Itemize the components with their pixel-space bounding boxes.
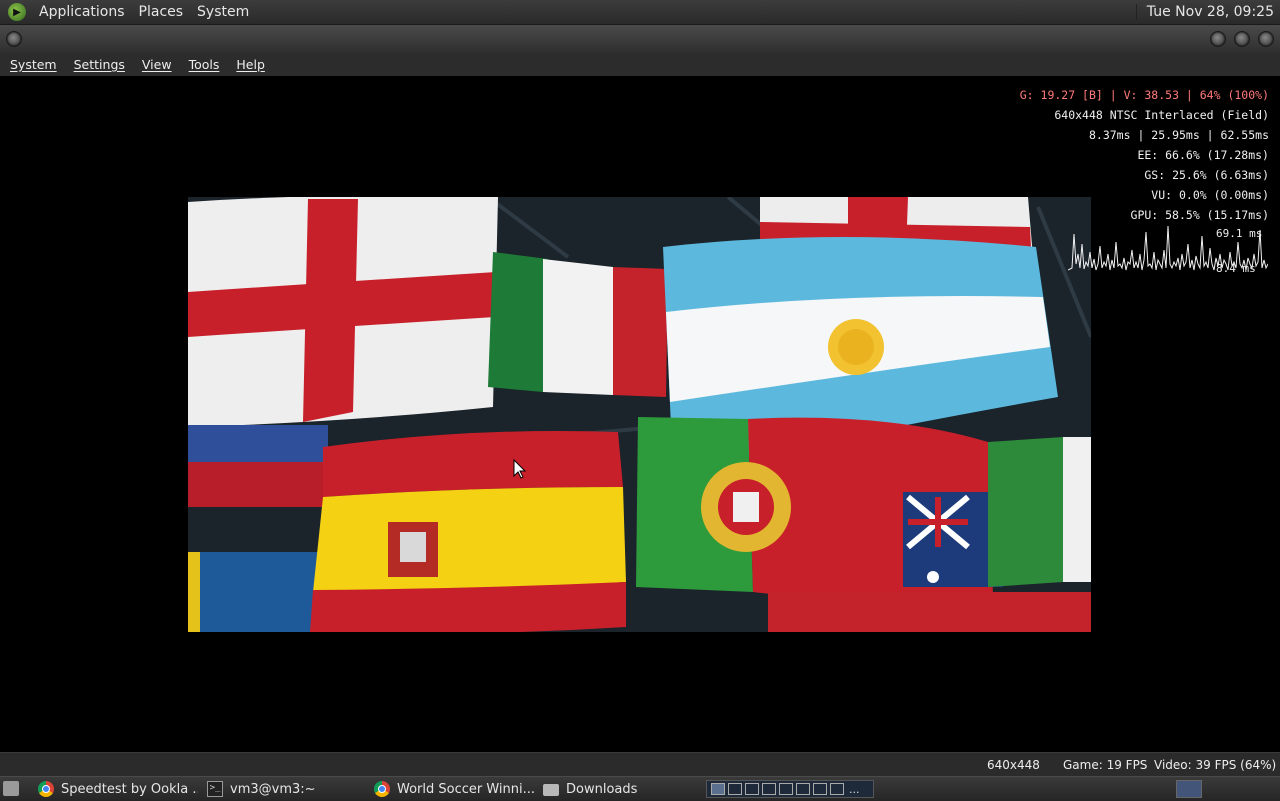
menu-view[interactable]: View [132,57,179,72]
performance-osd: G: 19.27 [B] | V: 38.53 | 64% (100%) 640… [1020,85,1269,225]
system-menu[interactable]: System [190,4,256,20]
distro-logo-icon[interactable]: ▶ [8,3,26,21]
folder-icon [543,784,559,796]
taskbar-item-label: World Soccer Winni... [397,781,534,797]
osd-vu-line: VU: 0.0% (0.00ms) [1151,188,1269,202]
workspace-1[interactable] [711,783,725,795]
emulator-status-bar: 640x448 Game: 19 FPS Video: 39 FPS (64%) [0,752,1280,777]
places-menu[interactable]: Places [132,4,191,20]
minimize-button[interactable] [1210,31,1226,47]
workspace-more: ... [849,782,860,796]
window-menu-button[interactable] [6,31,22,47]
workspace-3[interactable] [745,783,759,795]
osd-ee-line: EE: 66.6% (17.28ms) [1137,148,1269,162]
osd-gs-line: GS: 25.6% (6.63ms) [1144,168,1269,182]
status-resolution: 640x448 [987,758,1040,772]
taskbar-item-speedtest[interactable]: Speedtest by Ookla ... [38,779,198,799]
game-render-area[interactable]: G: 19.27 [B] | V: 38.53 | 64% (100%) 640… [0,76,1280,752]
menu-system[interactable]: System [0,57,64,72]
clock[interactable]: Tue Nov 28, 09:25 [1135,4,1280,20]
show-desktop-icon[interactable] [3,781,19,796]
workspace-6[interactable] [796,783,810,795]
osd-gpu-line: GPU: 58.5% (15.17ms) [1130,208,1269,222]
taskbar-item-terminal[interactable]: >_ vm3@vm3:~ [207,779,367,799]
menu-tools[interactable]: Tools [179,57,227,72]
menu-settings[interactable]: Settings [64,57,132,72]
graph-min-label: 8.4 ms [1216,262,1256,275]
maximize-button[interactable] [1234,31,1250,47]
workspace-5[interactable] [779,783,793,795]
osd-frametime-line: 8.37ms | 25.95ms | 62.55ms [1088,128,1269,142]
chrome-icon [374,781,390,797]
taskbar-item-world-soccer[interactable]: World Soccer Winni... [374,779,534,799]
taskbar-item-label: Speedtest by Ookla ... [61,781,198,797]
osd-fps-line: G: 19.27 [B] | V: 38.53 | 64% (100%) [1019,88,1269,102]
applications-menu[interactable]: Applications [32,4,132,20]
taskbar-item-downloads[interactable]: Downloads [543,779,703,799]
graph-max-label: 69.1 ms [1216,227,1263,240]
window-title-bar[interactable] [0,25,1280,53]
status-video-fps: Video: 39 FPS (64%) [1154,758,1277,772]
workspace-8[interactable] [830,783,844,795]
menu-help[interactable]: Help [226,57,272,72]
status-game-fps: Game: 19 FPS [1063,758,1148,772]
app-menubar: System Settings View Tools Help [0,53,1280,76]
osd-resolution-line: 640x448 NTSC Interlaced (Field) [1054,108,1269,122]
workspace-4[interactable] [762,783,776,795]
italy-flag-right [988,437,1091,587]
workspace-switcher[interactable]: ... [706,780,874,798]
game-video-frame[interactable] [188,197,1091,632]
workspace-2[interactable] [728,783,742,795]
top-panel: ▶ Applications Places System Tue Nov 28,… [0,0,1280,25]
italy-flag [488,252,668,397]
mouse-cursor-icon [513,459,527,479]
top-panel-menus: ▶ Applications Places System [0,3,256,21]
taskbar-item-label: Downloads [566,781,638,797]
workspace-7[interactable] [813,783,827,795]
england-flag [188,197,498,427]
spain-flag [310,431,626,632]
tray-applet-icon[interactable] [1176,780,1202,798]
terminal-icon: >_ [207,781,223,797]
bottom-taskbar: Speedtest by Ookla ... >_ vm3@vm3:~ Worl… [0,776,1280,801]
chrome-icon [38,781,54,797]
taskbar-item-label: vm3@vm3:~ [230,781,316,797]
close-button[interactable] [1258,31,1274,47]
flags-scene-image [188,197,1091,632]
